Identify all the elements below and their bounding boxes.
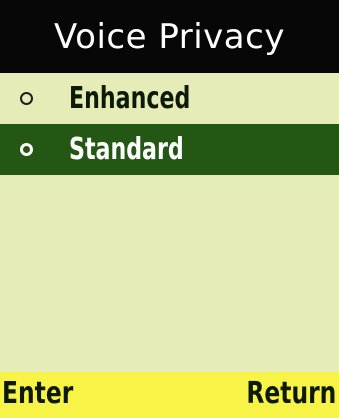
option-standard[interactable]: Standard (0, 124, 339, 175)
page-title: Voice Privacy (54, 16, 285, 57)
phone-screen: Voice Privacy Enhanced Standard Enter Re… (0, 0, 339, 418)
voice-privacy-options: Enhanced Standard (0, 73, 339, 175)
title-bar: Voice Privacy (0, 0, 339, 73)
return-softkey[interactable]: Return (246, 376, 336, 411)
softkey-bar: Enter Return (0, 372, 339, 418)
radio-unselected-icon[interactable] (20, 91, 33, 105)
enter-softkey[interactable]: Enter (2, 376, 73, 411)
option-label: Enhanced (69, 81, 191, 116)
option-enhanced[interactable]: Enhanced (0, 73, 339, 124)
option-label: Standard (69, 132, 184, 167)
radio-selected-icon[interactable] (20, 142, 33, 156)
